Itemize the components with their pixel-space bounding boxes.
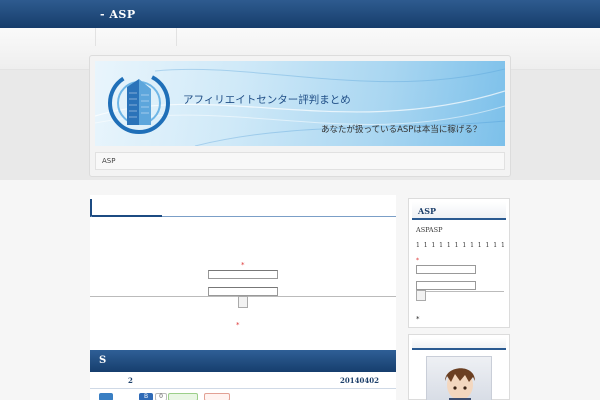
header-box: アフィリエイトセンター評判まとめ あなたが扱っているASPは本当に稼げる？ AS… — [89, 55, 511, 177]
sidebar-required-mark: * — [416, 257, 419, 264]
title-accent — [92, 215, 162, 217]
hatena-bookmark-count: 0 — [155, 393, 167, 400]
header-banner[interactable]: アフィリエイトセンター評判まとめ あなたが扱っているASPは本当に稼げる？ — [95, 61, 505, 146]
profile-widget — [408, 334, 510, 400]
building-logo-icon — [108, 72, 170, 134]
hatena-bookmark-icon[interactable]: B — [139, 393, 153, 400]
site-title[interactable]: - ASP — [100, 8, 136, 21]
line-share-icon[interactable] — [168, 393, 198, 400]
form-submit-button[interactable] — [238, 296, 248, 308]
sidebar-widget-header: ASP — [412, 202, 506, 220]
required-note: * — [236, 321, 240, 329]
profile-widget-header — [412, 338, 506, 350]
banner-title: アフィリエイトセンター評判まとめ — [183, 94, 351, 106]
form-field-1[interactable] — [208, 270, 278, 279]
breadcrumb: ASP — [95, 152, 505, 170]
google-plus-share-icon[interactable] — [204, 393, 230, 400]
sidebar-field-2[interactable] — [416, 281, 476, 290]
figure-avatar-icon — [445, 368, 475, 400]
entry-row[interactable]: 2 20140402 — [90, 375, 396, 389]
twitter-share-icon[interactable] — [99, 393, 113, 400]
form-field-2[interactable] — [208, 287, 278, 296]
nav-item[interactable] — [95, 28, 177, 46]
sidebar-submit-button[interactable] — [416, 290, 426, 301]
section-header: S — [90, 350, 396, 372]
breadcrumb-home-link[interactable]: ASP — [102, 157, 115, 165]
sidebar-widget: ASP ASPASP 1 1 1 1 1 1 1 1 1 1 1 1 * * — [408, 198, 510, 328]
sidebar-list: 1 1 1 1 1 1 1 1 1 1 1 1 — [416, 242, 506, 249]
sidebar-field-1[interactable] — [416, 265, 476, 274]
banner-subtitle: あなたが扱っているASPは本当に稼げる？ — [321, 125, 482, 135]
sidebar-footer-mark: * — [416, 315, 420, 323]
entry-number: 2 — [128, 376, 133, 385]
sidebar-widget-title: ASP — [418, 206, 436, 216]
required-mark: * — [241, 261, 245, 269]
sidebar-text: ASPASP — [416, 226, 443, 234]
post-title — [90, 199, 396, 217]
section-title: S — [99, 355, 107, 366]
sidebar-divider — [416, 291, 504, 292]
main-content: * * S 2 20140402 B 0 — [90, 195, 396, 400]
avatar — [426, 356, 492, 400]
entry-date: 20140402 — [340, 376, 379, 385]
top-bar: - ASP — [0, 0, 600, 28]
